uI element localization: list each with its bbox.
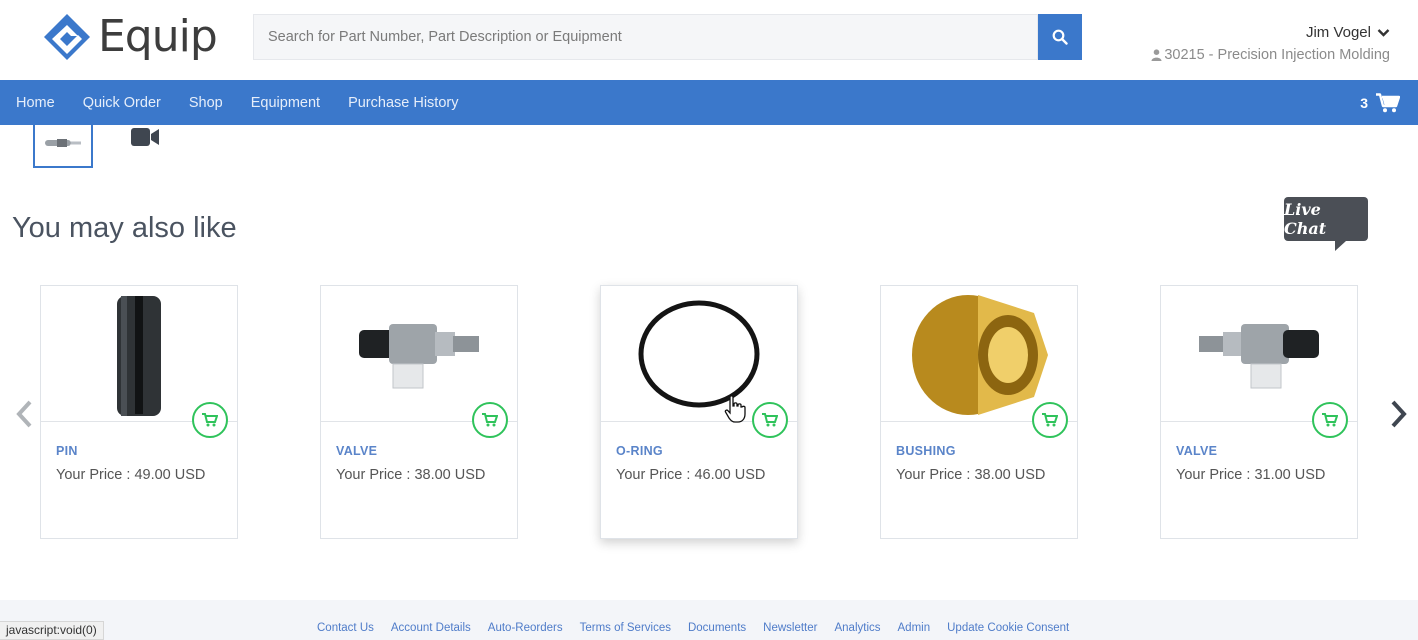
cart-button[interactable]: 3 (1360, 80, 1400, 125)
cart-icon (482, 413, 498, 427)
section-title: You may also like (12, 212, 237, 244)
cart-icon (1322, 413, 1338, 427)
product-card-o-ring[interactable]: O-RING Your Price : 46.00 USD (600, 285, 798, 539)
footer-link-terms-of-services[interactable]: Terms of Services (580, 622, 671, 634)
product-card-bushing[interactable]: BUSHING Your Price : 38.00 USD (880, 285, 1078, 539)
browser-status-bar: javascript:void(0) (0, 621, 104, 640)
product-name[interactable]: PIN (56, 444, 237, 458)
add-to-cart-button[interactable] (1032, 402, 1068, 438)
product-image-area[interactable] (1161, 286, 1357, 438)
product-image-area[interactable] (321, 286, 517, 438)
hand-cursor-icon (724, 395, 746, 428)
nav-item-home[interactable]: Home (16, 95, 55, 111)
nav-item-quick-order[interactable]: Quick Order (83, 95, 161, 111)
video-camera-icon (131, 128, 159, 146)
product-card-valve-2[interactable]: VALVE Your Price : 31.00 USD (1160, 285, 1358, 539)
add-to-cart-button[interactable] (1312, 402, 1348, 438)
product-name[interactable]: VALVE (1176, 444, 1357, 458)
nav-item-equipment[interactable]: Equipment (251, 95, 320, 111)
main-nav: Home Quick Order Shop Equipment Purchase… (0, 80, 1418, 125)
footer-link-account-details[interactable]: Account Details (391, 622, 471, 634)
nav-item-shop[interactable]: Shop (189, 95, 223, 111)
product-price: Your Price : 46.00 USD (616, 467, 766, 483)
product-name[interactable]: VALVE (336, 444, 517, 458)
footer-link-auto-reorders[interactable]: Auto-Reorders (488, 622, 563, 634)
product-card-valve[interactable]: VALVE Your Price : 38.00 USD (320, 285, 518, 539)
chevron-down-icon (1377, 28, 1390, 37)
valve-image (359, 323, 479, 388)
user-menu[interactable]: Jim Vogel 30215 - Precision Injection Mo… (1151, 24, 1390, 63)
product-name[interactable]: O-RING (616, 444, 797, 458)
pin-image (117, 295, 161, 416)
product-image-area[interactable] (881, 286, 1077, 438)
header: Equip Jim Vogel 30215 - Precision Inject… (0, 0, 1418, 80)
cart-icon (1042, 413, 1058, 427)
product-image-area[interactable] (41, 286, 237, 438)
product-price: Your Price : 49.00 USD (56, 467, 206, 483)
footer-link-admin[interactable]: Admin (898, 622, 931, 634)
search-bar (253, 14, 1082, 60)
user-name-row[interactable]: Jim Vogel (1151, 24, 1390, 41)
search-input[interactable] (253, 14, 1038, 60)
search-button[interactable] (1038, 14, 1082, 60)
equip-logo-icon (44, 13, 90, 60)
add-to-cart-button[interactable] (192, 402, 228, 438)
product-card-pin[interactable]: PIN Your Price : 49.00 USD (40, 285, 238, 539)
carousel-next-button[interactable] (1389, 398, 1409, 435)
search-icon (1052, 29, 1068, 45)
user-company: 30215 - Precision Injection Molding (1164, 47, 1390, 63)
product-image-area[interactable] (601, 286, 797, 438)
footer-links: Contact Us Account Details Auto-Reorders… (317, 622, 1069, 634)
user-icon (1151, 49, 1162, 61)
user-name: Jim Vogel (1305, 24, 1371, 41)
chevron-left-icon (16, 400, 32, 428)
footer-link-update-cookie-consent[interactable]: Update Cookie Consent (947, 622, 1069, 634)
o-ring-image (638, 300, 760, 407)
cart-count: 3 (1360, 94, 1368, 111)
bushing-image (912, 294, 1048, 415)
product-price: Your Price : 38.00 USD (336, 467, 486, 483)
cart-icon (1376, 92, 1400, 112)
footer-link-analytics[interactable]: Analytics (834, 622, 880, 634)
equip-logo[interactable]: Equip (42, 11, 218, 62)
chevron-right-icon (1391, 400, 1407, 428)
add-to-cart-button[interactable] (472, 402, 508, 438)
footer: Contact Us Account Details Auto-Reorders… (0, 600, 1418, 640)
product-thumbnail[interactable] (33, 120, 93, 168)
user-company-row: 30215 - Precision Injection Molding (1151, 47, 1390, 63)
footer-link-newsletter[interactable]: Newsletter (763, 622, 817, 634)
video-thumbnail[interactable] (130, 126, 160, 153)
footer-link-contact-us[interactable]: Contact Us (317, 622, 374, 634)
part-thumbnail-image (45, 139, 81, 147)
add-to-cart-button[interactable] (752, 402, 788, 438)
nav-item-purchase-history[interactable]: Purchase History (348, 95, 458, 111)
product-price: Your Price : 38.00 USD (896, 467, 1046, 483)
product-name[interactable]: BUSHING (896, 444, 1077, 458)
cart-icon (202, 413, 218, 427)
brand-name: Equip (98, 11, 218, 62)
valve-image (1199, 323, 1319, 388)
cart-icon (762, 413, 778, 427)
live-chat-button[interactable]: Live Chat (1284, 197, 1368, 251)
product-price: Your Price : 31.00 USD (1176, 467, 1326, 483)
carousel-prev-button[interactable] (14, 398, 34, 435)
footer-link-documents[interactable]: Documents (688, 622, 746, 634)
